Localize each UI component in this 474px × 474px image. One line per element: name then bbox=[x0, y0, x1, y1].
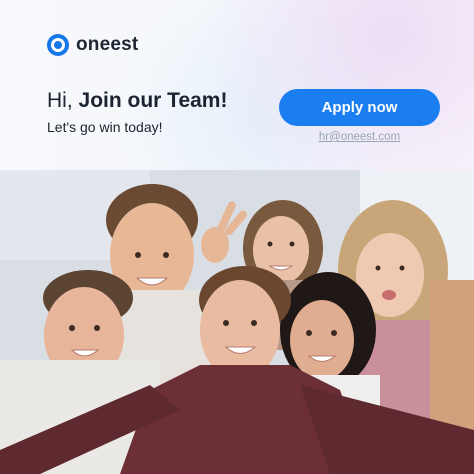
brand-logo[interactable]: oneest bbox=[47, 34, 138, 56]
team-selfie-image bbox=[0, 170, 474, 474]
subline: Let's go win today! bbox=[47, 119, 163, 135]
ring-logo-icon bbox=[47, 34, 69, 56]
team-photo-illustration bbox=[0, 170, 474, 474]
contact-email-link[interactable]: hr@oneest.com bbox=[279, 131, 440, 143]
apply-now-button[interactable]: Apply now bbox=[279, 89, 440, 126]
header-panel: oneest Hi, Join our Team! Let's go win t… bbox=[0, 0, 474, 170]
headline-emphasis: Join our Team! bbox=[78, 89, 228, 112]
job-ad-banner: oneest Hi, Join our Team! Let's go win t… bbox=[0, 0, 474, 474]
brand-name: oneest bbox=[76, 34, 139, 55]
headline-greeting: Hi, bbox=[47, 89, 73, 112]
headline: Hi, Join our Team! bbox=[47, 89, 227, 113]
